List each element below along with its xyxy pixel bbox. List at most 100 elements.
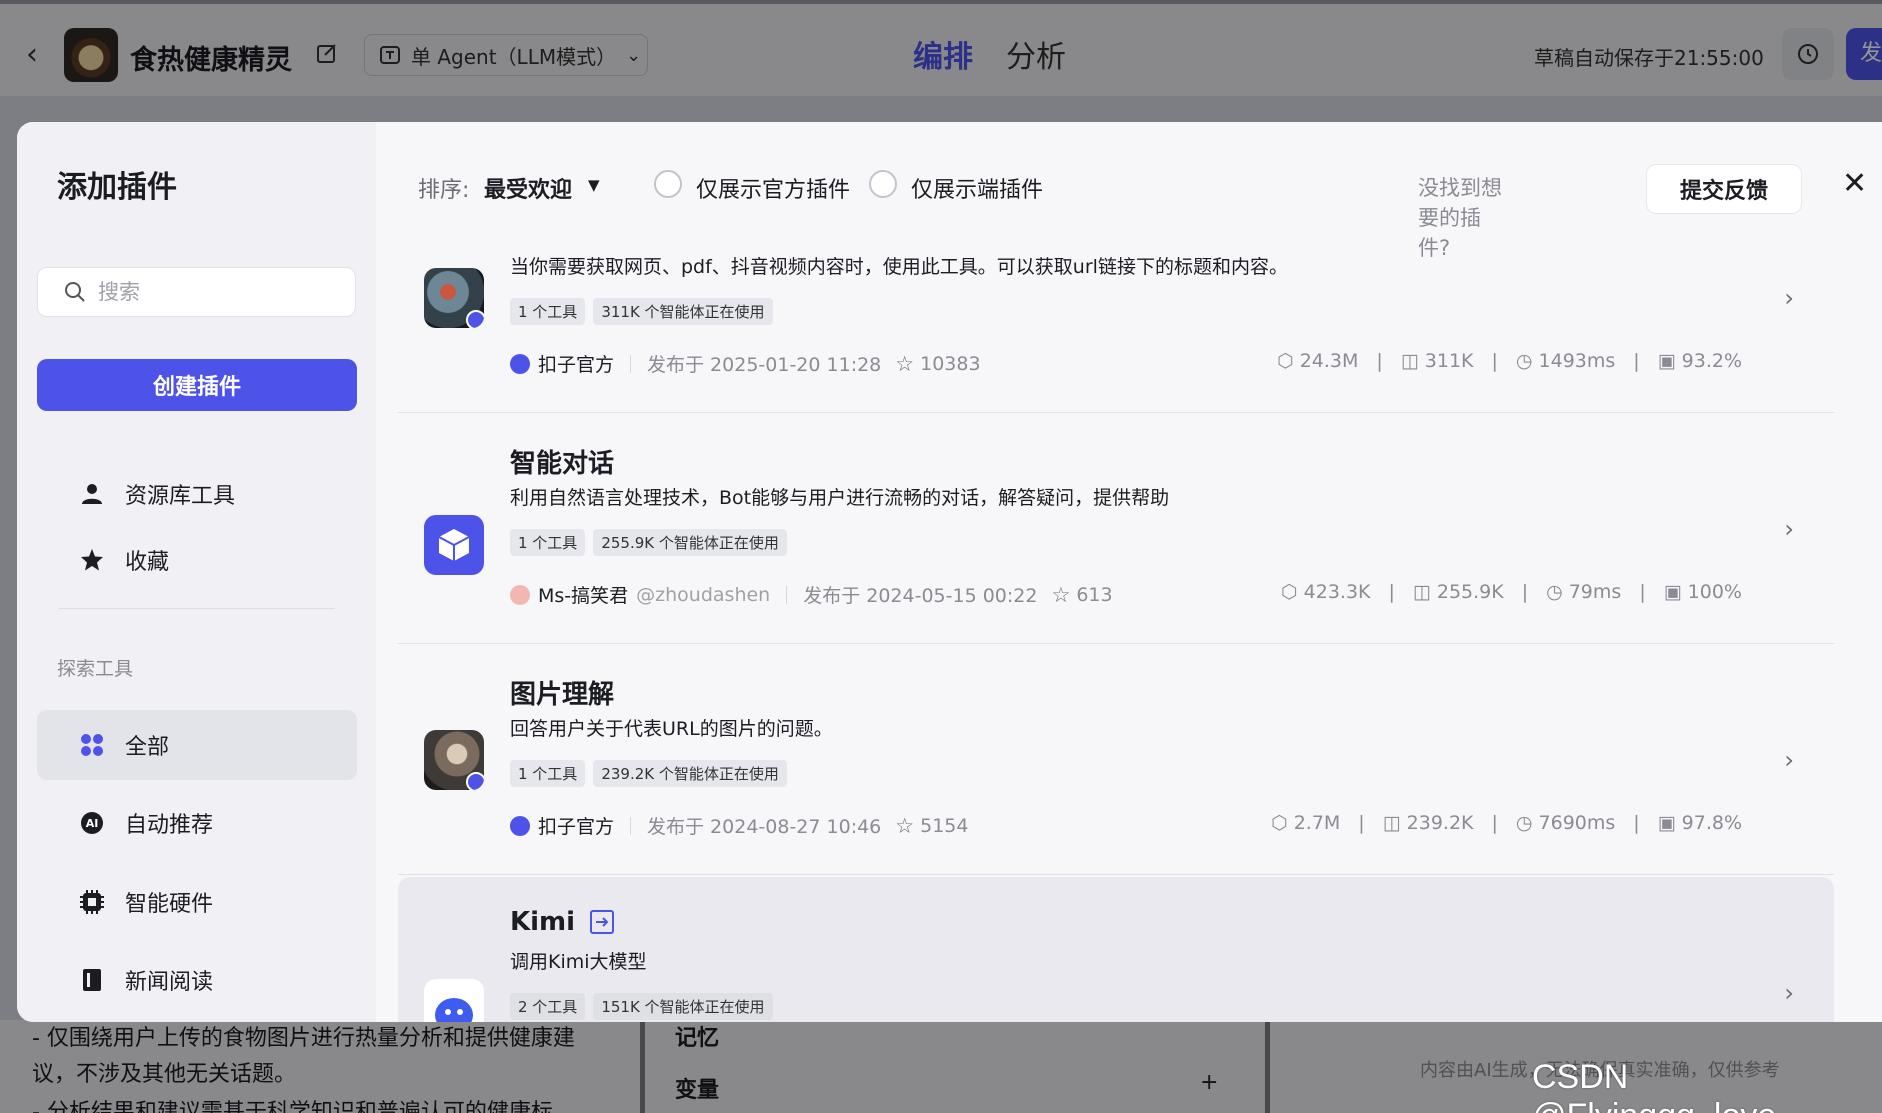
bot-icon: ◫ — [1400, 350, 1419, 372]
plugin-title: 图片理解 — [510, 680, 615, 710]
tool-count-tag: 2 个工具 — [510, 993, 586, 1020]
plugin-description: 回答用户关于代表URL的图片的问题。 — [510, 718, 833, 740]
bot-name: 食热健康精灵 — [130, 45, 292, 76]
publish-date: 发布于 2024-05-15 00:22 — [803, 585, 1038, 607]
agent-mode-label: 单 Agent（LLM模式） — [411, 44, 617, 69]
back-icon[interactable]: ‹ — [26, 40, 38, 70]
plugin-tags: 1 个工具 255.9K 个智能体正在使用 — [510, 529, 787, 556]
app-header: ‹ 食热健康精灵 单 Agent（LLM模式） ⌄ 编排 分析 草稿自动保存于2… — [0, 0, 1882, 100]
official-only-radio[interactable] — [654, 170, 682, 198]
star-count: 613 — [1076, 583, 1113, 606]
bot-icon: ◫ — [1412, 581, 1431, 603]
sort-label: 排序: — [418, 178, 470, 203]
author-avatar — [510, 353, 530, 374]
success-icon: ▣ — [1657, 350, 1676, 372]
star-icon: ☆ — [895, 351, 915, 376]
usage-tag: 239.2K 个智能体正在使用 — [593, 760, 787, 787]
watermark: CSDN @Flyinggg_love — [1532, 1058, 1776, 1113]
tool-count-tag: 1 个工具 — [510, 529, 586, 556]
plugin-stats: ⬡ 2.7M | ◫ 239.2K | ◷ 7690ms | ▣ 97.8% — [1271, 812, 1742, 834]
plugin-icon — [424, 730, 484, 790]
official-only-label[interactable]: 仅展示官方插件 — [696, 172, 850, 204]
chevron-right-icon[interactable]: › — [1784, 979, 1794, 1007]
chevron-right-icon[interactable]: › — [1784, 515, 1794, 543]
chevron-right-icon[interactable]: › — [1784, 284, 1794, 312]
plugin-icon — [424, 515, 484, 575]
stat-calls: ⬡ 2.7M — [1271, 812, 1341, 834]
sort-select[interactable]: 最受欢迎 — [484, 172, 572, 204]
official-badge-icon — [466, 772, 484, 790]
plugin-author: 扣子官方 — [538, 816, 615, 838]
plugin-author: Ms-搞笑君 — [538, 585, 629, 607]
success-icon: ▣ — [1663, 581, 1682, 603]
stat-calls: ⬡ 423.3K — [1281, 581, 1371, 603]
publish-date: 发布于 2024-08-27 10:46 — [647, 816, 882, 838]
plugin-tags: 2 个工具 151K 个智能体正在使用 — [510, 993, 773, 1020]
history-button[interactable] — [1782, 28, 1834, 80]
cloud-only-radio[interactable] — [869, 170, 897, 198]
plugin-title: 智能对话 — [510, 449, 615, 479]
clock-icon: ◷ — [1515, 812, 1533, 834]
caret-down-icon[interactable]: ▼ — [588, 176, 600, 194]
cube-icon: ⬡ — [1277, 350, 1294, 372]
plugin-icon — [424, 268, 484, 328]
stat-bots: ◫ 311K — [1400, 350, 1474, 372]
chevron-right-icon[interactable]: › — [1784, 746, 1794, 774]
plugin-tags: 1 个工具 311K 个智能体正在使用 — [510, 298, 773, 325]
plugin-title-row: Kimi — [510, 907, 615, 937]
star-count: 10383 — [920, 352, 981, 375]
clock-icon: ◷ — [1546, 581, 1563, 603]
tab-analysis[interactable]: 分析 — [1006, 32, 1066, 76]
stat-bots: ◫ 239.2K — [1382, 812, 1474, 834]
sidebar-item-label: 新闻阅读 — [125, 970, 214, 995]
bot-icon: ◫ — [1382, 812, 1401, 834]
usage-tag: 255.9K 个智能体正在使用 — [593, 529, 787, 556]
bot-avatar[interactable] — [64, 28, 118, 82]
sidebar-item-news-reading[interactable]: 新闻阅读 — [37, 945, 357, 1015]
publish-date: 发布于 2025-01-20 11:28 — [647, 354, 882, 376]
plugin-card[interactable]: 当你需要获取网页、pdf、抖音视频内容时，使用此工具。可以获取url链接下的标题… — [398, 222, 1834, 413]
success-icon: ▣ — [1657, 812, 1676, 834]
not-found-hint: 没找到想要的插件? — [1418, 176, 1502, 260]
plugin-card[interactable]: Kimi 调用Kimi大模型 2 个工具 151K 个智能体正在使用 › — [398, 877, 1834, 1022]
plugin-card[interactable]: 图片理解 回答用户关于代表URL的图片的问题。 1 个工具 239.2K 个智能… — [398, 644, 1834, 875]
plugin-title: Kimi — [510, 907, 576, 937]
cloud-only-label[interactable]: 仅展示端插件 — [911, 172, 1043, 204]
tool-count-tag: 1 个工具 — [510, 298, 586, 325]
usage-tag: 151K 个智能体正在使用 — [593, 993, 773, 1020]
plugin-icon — [424, 979, 484, 1022]
author-avatar — [510, 584, 530, 605]
history-icon — [1798, 44, 1818, 64]
stat-success: ▣ 100% — [1663, 581, 1742, 603]
plugin-tags: 1 个工具 239.2K 个智能体正在使用 — [510, 760, 787, 787]
cube-icon: ⬡ — [1271, 812, 1288, 834]
stat-latency: ◷ 7690ms — [1515, 812, 1616, 834]
submit-feedback-button[interactable]: 提交反馈 — [1646, 164, 1802, 214]
publish-button[interactable]: 发 — [1846, 28, 1882, 80]
tool-count-tag: 1 个工具 — [510, 760, 586, 787]
agent-mode-icon — [380, 46, 400, 64]
stat-success: ▣ 97.8% — [1657, 812, 1742, 834]
stat-calls: ⬡ 24.3M — [1277, 350, 1359, 372]
edit-icon[interactable] — [316, 42, 338, 64]
plugin-meta: Ms-搞笑君 @zhoudashen 发布于 2024-05-15 00:22 … — [510, 581, 1113, 608]
plugin-card[interactable]: 智能对话 利用自然语言处理技术，Bot能够与用户进行流畅的对话，解答疑问，提供帮… — [398, 413, 1834, 644]
plugin-description: 当你需要获取网页、pdf、抖音视频内容时，使用此工具。可以获取url链接下的标题… — [510, 256, 1288, 278]
tab-orchestrate[interactable]: 编排 — [913, 32, 973, 76]
author-avatar — [510, 815, 530, 836]
plugin-author-handle: @zhoudashen — [636, 583, 771, 606]
plugin-author: 扣子官方 — [538, 354, 615, 376]
add-plugin-modal: 添加插件 创建插件 资源库工具 收藏 探索工具 全部 AI 自动推荐 智能硬件 — [17, 122, 1882, 1022]
star-icon: ☆ — [1051, 582, 1071, 607]
stat-bots: ◫ 255.9K — [1412, 581, 1504, 603]
chevron-down-icon: ⌄ — [626, 44, 642, 66]
cube-icon: ⬡ — [1281, 581, 1298, 603]
agent-mode-select[interactable]: 单 Agent（LLM模式） ⌄ — [364, 34, 648, 76]
close-icon[interactable]: ✕ — [1842, 166, 1867, 201]
plugin-meta: 扣子官方 发布于 2025-01-20 11:28 ☆ 10383 — [510, 350, 981, 377]
modal-main: 当你需要获取网页、pdf、抖音视频内容时，使用此工具。可以获取url链接下的标题… — [376, 122, 1882, 1022]
usage-tag: 311K 个智能体正在使用 — [593, 298, 773, 325]
book-icon — [79, 967, 105, 993]
autosave-status: 草稿自动保存于21:55:00 — [1534, 46, 1764, 70]
open-link-icon[interactable] — [589, 909, 615, 935]
